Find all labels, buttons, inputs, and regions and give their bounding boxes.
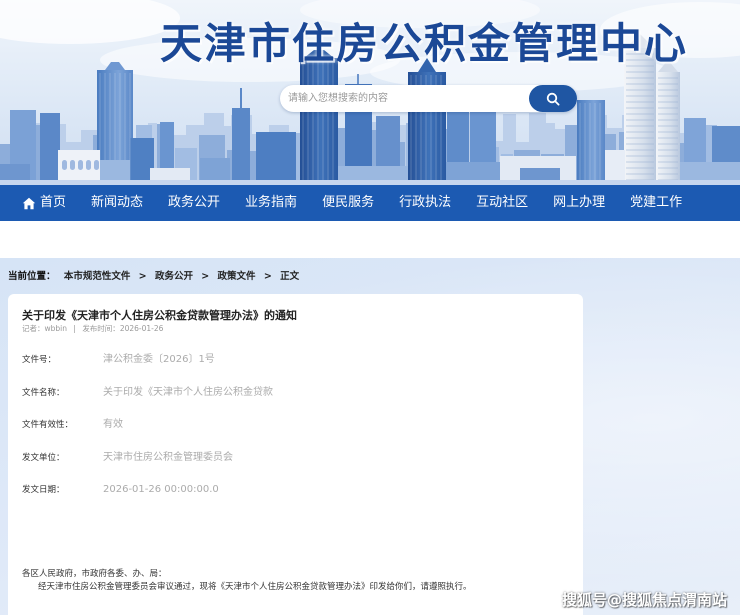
breadcrumb-separator: > (263, 271, 272, 282)
field-row-validity: 文件有效性： 有效 (22, 418, 567, 451)
article-title: 关于印发《天津市个人住房公积金贷款管理办法》的通知 (22, 309, 297, 322)
nav-list: 首页 新闻动态 政务公开 业务指南 便民服务 行政执法 互动社区 网上办理 党建… (0, 185, 740, 221)
field-value: 天津市住房公积金管理委员会 (103, 451, 233, 463)
breadcrumb-link-government-affairs[interactable]: 政务公开 (155, 271, 193, 282)
document-info: 文件号： 津公积金委〔2026〕1号 文件名称： 关于印发《天津市个人住房公积金贷款… (22, 353, 567, 516)
tower (624, 48, 656, 185)
field-value: 津公积金委〔2026〕1号 (103, 354, 215, 365)
field-label: 文件名称： (22, 387, 65, 398)
tower (232, 108, 250, 185)
search-icon (546, 92, 560, 106)
breadcrumb-current: 正文 (280, 271, 300, 282)
main-nav: 首页 新闻动态 政务公开 业务指南 便民服务 行政执法 互动社区 网上办理 党建… (0, 185, 740, 221)
body-paragraph: 经天津市住房公积金管理委员会审议通过，现将《天津市个人住房公积金贷款管理办法》印… (38, 582, 472, 592)
station-window (70, 160, 75, 170)
station-window (78, 160, 83, 170)
tower (256, 132, 296, 185)
watermark: 搜狐号@搜狐焦点渭南站 (562, 591, 728, 609)
breadcrumb: 当前位置： 本市规范性文件 > 政务公开 > 政策文件 > 正文 (8, 270, 299, 283)
field-value: 关于印发《天津市个人住房公积金贷款 (103, 386, 273, 398)
field-label: 文件号： (22, 355, 57, 365)
breadcrumb-link-policy-documents[interactable]: 政策文件 (218, 271, 256, 282)
station-window (94, 160, 99, 170)
tower (577, 100, 605, 185)
article-body: 各区人民政府，市政府各委、办、局： 经天津市住房公积金管理委员会审议通过，现将《… (22, 568, 472, 594)
page: 天津市住房公积金管理中心 首页 新闻动态 政务公开 业务指南 便民服务 (0, 0, 740, 615)
search-input[interactable] (280, 85, 525, 112)
field-row-issue-date: 发文日期： 2026-01-26 00:00:00.0 (22, 483, 567, 516)
field-row-document-name: 文件名称： 关于印发《天津市个人住房公积金贷款 (22, 386, 567, 419)
body-salutation: 各区人民政府，市政府各委、办、局： (22, 569, 167, 579)
field-label: 发文日期： (22, 485, 65, 495)
meta-date-label: 发布时间： (82, 324, 120, 333)
breadcrumb-separator: > (138, 271, 147, 282)
nav-item-label: 首页 (40, 195, 67, 210)
field-row-document-number: 文件号： 津公积金委〔2026〕1号 (22, 353, 567, 386)
search-icon-handle (554, 99, 560, 106)
nav-item-party-building[interactable]: 党建工作 (630, 185, 682, 221)
search-button[interactable] (529, 85, 577, 112)
meta-author: wbbin (44, 324, 68, 333)
search-bar (280, 85, 577, 112)
nav-item-community[interactable]: 互动社区 (476, 185, 528, 221)
tower (300, 58, 338, 185)
nav-item-online-services[interactable]: 网上办理 (553, 185, 605, 221)
station-window (86, 160, 91, 170)
home-icon-shape (22, 197, 36, 209)
nav-item-public-services[interactable]: 便民服务 (322, 185, 374, 221)
field-value: 有效 (103, 419, 123, 430)
field-label: 发文单位： (22, 452, 65, 463)
home-icon (22, 197, 36, 209)
site-banner: 天津市住房公积金管理中心 (0, 0, 740, 185)
meta-date: 2026-01-26 (119, 324, 164, 333)
nav-item-news[interactable]: 新闻动态 (91, 185, 143, 221)
breadcrumb-link-regulations[interactable]: 本市规范性文件 (64, 271, 131, 282)
meta-divider: | (73, 324, 76, 333)
field-row-issuing-unit: 发文单位： 天津市住房公积金管理委员会 (22, 451, 567, 484)
nav-item-law-enforcement[interactable]: 行政执法 (399, 185, 451, 221)
low-building (605, 150, 625, 185)
nav-item-government-affairs[interactable]: 政务公开 (168, 185, 220, 221)
nav-item-home[interactable]: 首页 (22, 185, 66, 221)
field-value: 2026-01-26 00:00:00.0 (103, 484, 219, 495)
nav-item-business-guide[interactable]: 业务指南 (245, 185, 297, 221)
tower (40, 113, 60, 185)
article-meta: 记者：wbbin | 发布时间：2026-01-26 (22, 324, 163, 334)
article-card: 关于印发《天津市个人住房公积金贷款管理办法》的通知 记者：wbbin | 发布时… (8, 294, 583, 615)
station-window (62, 160, 67, 170)
breadcrumb-label: 当前位置： (8, 271, 56, 282)
site-title: 天津市住房公积金管理中心 (160, 19, 689, 68)
meta-author-label: 记者： (22, 324, 45, 333)
breadcrumb-separator: > (201, 271, 210, 282)
field-label: 文件有效性： (22, 420, 74, 430)
